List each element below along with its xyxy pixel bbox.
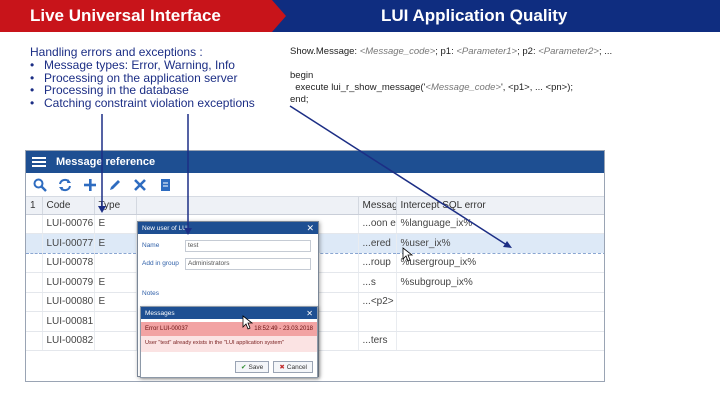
sql-intercept-cell: %language_ix% [396, 214, 604, 234]
banner-left-title: Live Universal Interface [30, 6, 221, 25]
intro-bullets: Message types: Error, Warning, Info Proc… [30, 58, 255, 110]
dialog-titlebar: New user of LUI ✕ [138, 222, 318, 234]
code-text: begin [290, 70, 314, 81]
column-header[interactable]: 1 [26, 197, 43, 215]
code-cell: LUI-00078 [42, 253, 95, 273]
code-cell: LUI-00080 [42, 292, 95, 312]
code-text: ; ... [598, 46, 613, 57]
type-cell: E [94, 292, 137, 312]
bullet-item: Message types: Error, Warning, Info [30, 58, 255, 72]
code-placeholder: <Message_code> [359, 46, 436, 57]
type-cell [94, 311, 137, 332]
close-icon[interactable]: ✕ [306, 309, 313, 318]
table-header: 1 Code Type Message text Intercept SQL e… [26, 197, 604, 215]
check-icon: ✔ [241, 364, 247, 371]
message-text-cell: ...ered [358, 233, 397, 254]
sql-intercept-cell [396, 292, 604, 312]
code-text: Show.Message: [290, 46, 360, 57]
sql-intercept-cell: %usergroup_ix% [396, 253, 604, 273]
group-field[interactable]: Administrators [185, 258, 311, 270]
menu-icon[interactable] [32, 157, 46, 167]
code-cell: LUI-00081 [42, 311, 95, 332]
bullet-item: Catching constraint violation exceptions [30, 97, 255, 110]
close-icon[interactable]: ✕ [306, 223, 314, 234]
toolbar [26, 173, 604, 197]
row-marker [26, 331, 43, 351]
code-snippet: Show.Message: <Message_code>; p1: <Param… [290, 46, 612, 106]
message-text-cell: ...<p2> and cannot be deleted [358, 292, 397, 312]
row-marker [26, 292, 43, 312]
error-code: Error LUI-00037 [145, 326, 189, 332]
sql-intercept-cell [396, 331, 604, 351]
message-text-cell: ...oon entered [358, 214, 397, 234]
message-text-cell: ...s [358, 272, 397, 293]
row-marker [26, 214, 43, 234]
sql-intercept-cell [396, 311, 604, 332]
cancel-button[interactable]: ✖ Cancel [273, 361, 313, 373]
code-text: ', <p1>, ... <pn>); [500, 82, 574, 93]
close-icon: ✖ [279, 364, 285, 371]
error-time: 18:52:49 - 23.03.2018 [254, 326, 313, 332]
sql-intercept-cell: %user_ix% [396, 233, 604, 254]
messages-title: Messages [145, 309, 175, 317]
code-placeholder: <Parameter2> [538, 46, 599, 57]
code-text: ; p1: [435, 46, 457, 57]
row-marker [26, 253, 43, 273]
name-field[interactable]: test [185, 240, 311, 252]
code-cell: LUI-00077 [42, 233, 95, 254]
message-text-cell: ...ters [358, 331, 397, 351]
banner-right-title: LUI Application Quality [381, 6, 568, 25]
notes-label: Notes [142, 290, 159, 297]
intro-heading: Handling errors and exceptions : [30, 45, 203, 59]
slide: Live Universal Interface LUI Application… [0, 0, 720, 405]
type-cell [94, 253, 137, 273]
column-header[interactable]: Intercept SQL error [396, 197, 604, 215]
column-header[interactable]: Type [94, 197, 137, 215]
dialog-title: New user of LUI [142, 224, 189, 232]
add-icon[interactable] [82, 177, 98, 193]
row-marker [26, 311, 43, 332]
edit-icon[interactable] [107, 177, 123, 193]
code-placeholder: <Message_code> [425, 82, 501, 93]
messages-titlebar: Messages ✕ [141, 307, 317, 319]
code-cell: LUI-00076 [42, 214, 95, 234]
delete-icon[interactable] [132, 177, 148, 193]
error-text: User "test" already exists in the "LUI a… [141, 336, 317, 352]
messages-popup: Messages ✕ Error LUI-00037 18:52:49 - 23… [140, 306, 318, 378]
column-header[interactable]: Message text [358, 197, 397, 215]
message-text-cell [358, 311, 397, 332]
window-titlebar: Message reference [26, 151, 604, 173]
code-placeholder: <Parameter1> [456, 46, 518, 57]
row-marker [26, 233, 43, 254]
window-title: Message reference [56, 156, 156, 168]
column-header[interactable]: Code [42, 197, 95, 215]
error-header: Error LUI-00037 18:52:49 - 23.03.2018 [141, 322, 317, 336]
group-label: Add in group [142, 260, 179, 267]
message-text-cell: ...roup [358, 253, 397, 273]
type-cell: E [94, 214, 137, 234]
intro-text: Handling errors and exceptions : Message… [30, 46, 255, 110]
save-button[interactable]: ✔ Save [235, 361, 270, 373]
type-cell [94, 331, 137, 351]
dialog-buttons: ✔ Save ✖ Cancel [235, 361, 313, 373]
sql-intercept-cell: %subgroup_ix% [396, 272, 604, 293]
code-cell: LUI-00082 [42, 331, 95, 351]
type-cell: E [94, 272, 137, 293]
search-icon[interactable] [32, 177, 48, 193]
code-cell: LUI-00079 [42, 272, 95, 293]
code-text: ; p2: [517, 46, 539, 57]
row-marker [26, 272, 43, 293]
document-icon[interactable] [157, 177, 173, 193]
column-header[interactable] [136, 197, 359, 215]
type-cell: E [94, 233, 137, 254]
name-label: Name [142, 242, 160, 249]
refresh-icon[interactable] [57, 177, 73, 193]
code-text: execute lui_r_show_message(' [290, 82, 426, 93]
code-text: end; [290, 94, 309, 105]
